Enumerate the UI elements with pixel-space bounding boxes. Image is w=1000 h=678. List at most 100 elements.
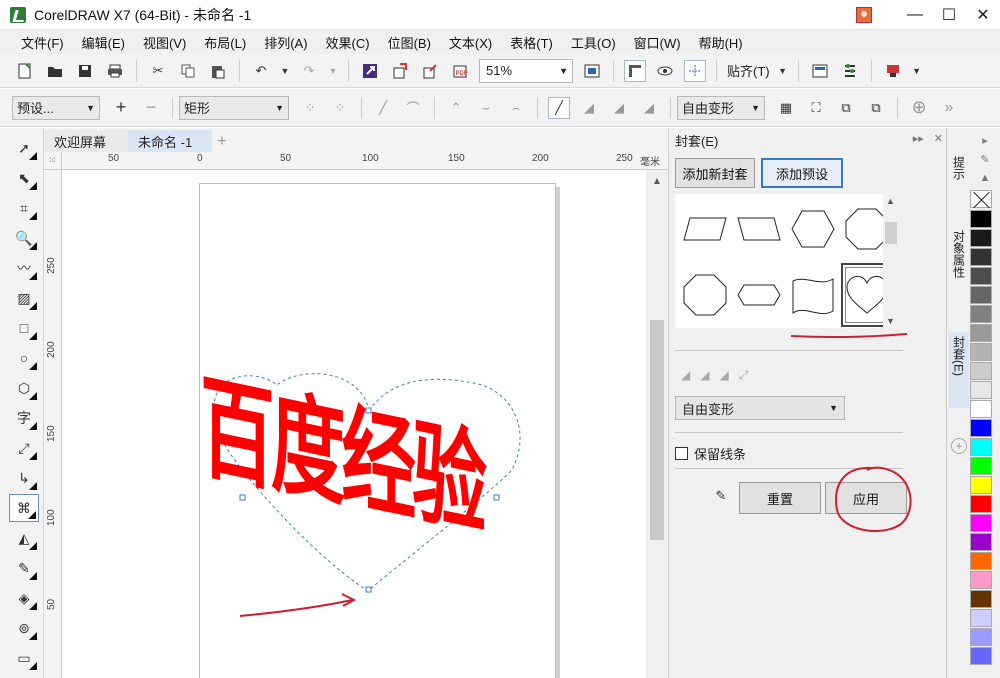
- account-icon[interactable]: [856, 7, 872, 23]
- freehand-tool-icon[interactable]: 〰: [9, 254, 39, 282]
- more-options-icon[interactable]: »: [938, 97, 960, 119]
- menu-file[interactable]: 文件(F): [12, 33, 73, 52]
- straight-line-mode-icon[interactable]: ◢: [681, 368, 690, 383]
- snap-to-menu[interactable]: 贴齐(T): [723, 61, 774, 80]
- color-swatch[interactable]: [970, 362, 992, 380]
- smooth-node-icon[interactable]: ⌣: [475, 97, 497, 119]
- add-docker-icon[interactable]: +: [951, 438, 967, 454]
- print-icon[interactable]: [104, 60, 126, 82]
- keep-lines-checkbox[interactable]: [675, 447, 688, 460]
- convert-to-curve-icon[interactable]: ⌒: [402, 97, 424, 119]
- color-swatch[interactable]: [970, 400, 992, 418]
- color-swatch[interactable]: [970, 286, 992, 304]
- color-swatch[interactable]: [970, 552, 992, 570]
- parallel-dimension-tool-icon[interactable]: ⤢: [9, 434, 39, 462]
- unconstrained-mode-icon[interactable]: ⤢: [739, 368, 749, 383]
- unconstrained-mode-icon[interactable]: ◢: [638, 97, 660, 119]
- menu-text[interactable]: 文本(X): [440, 33, 501, 52]
- scroll-up-icon[interactable]: ▲: [886, 196, 895, 206]
- show-guidelines-icon[interactable]: [684, 59, 706, 82]
- color-swatch[interactable]: [970, 571, 992, 589]
- tab-hints[interactable]: 提示: [949, 152, 969, 208]
- symmetrical-node-icon[interactable]: ⌢: [505, 97, 527, 119]
- vertical-scrollbar[interactable]: ▲: [646, 170, 668, 678]
- cut-icon[interactable]: ✂: [147, 60, 169, 82]
- transparency-tool-icon[interactable]: ◭: [9, 524, 39, 552]
- save-icon[interactable]: [74, 60, 96, 82]
- preset-parallelogram-right[interactable]: [679, 197, 731, 261]
- drawing-canvas[interactable]: 百度经验: [62, 170, 646, 678]
- scroll-up-icon[interactable]: ▲: [980, 172, 991, 184]
- add-preset-icon[interactable]: +: [110, 97, 132, 119]
- connector-tool-icon[interactable]: ↳: [9, 464, 39, 492]
- preset-parallelogram-left[interactable]: [733, 197, 785, 261]
- copy-icon[interactable]: [177, 60, 199, 82]
- publish-pdf-icon[interactable]: PDF: [449, 60, 471, 82]
- application-launcher-icon[interactable]: [882, 60, 904, 82]
- eyedropper-tool-icon[interactable]: ✎: [9, 554, 39, 582]
- menu-table[interactable]: 表格(T): [501, 33, 562, 52]
- convert-to-line-icon[interactable]: ╱: [372, 97, 394, 119]
- color-swatch[interactable]: [970, 476, 992, 494]
- redo-dropdown-icon[interactable]: ▼: [328, 60, 338, 82]
- scroll-down-icon[interactable]: ▼: [886, 316, 895, 326]
- color-swatch[interactable]: [970, 438, 992, 456]
- crop-tool-icon[interactable]: ⌗: [9, 194, 39, 222]
- preset-hexagon[interactable]: [787, 197, 839, 261]
- collapse-docker-icon[interactable]: ▸▸: [913, 132, 924, 145]
- export-icon[interactable]: [419, 60, 441, 82]
- interactive-fill-tool-icon[interactable]: ◈: [9, 584, 39, 612]
- redo-icon[interactable]: ↷: [298, 60, 320, 82]
- show-rulers-icon[interactable]: [624, 59, 646, 82]
- preset-elongated-hexagon[interactable]: [733, 263, 785, 327]
- color-swatch[interactable]: [970, 229, 992, 247]
- envelope-artwork[interactable]: 百度经验: [62, 170, 646, 678]
- close-docker-icon[interactable]: ✕: [934, 132, 943, 145]
- text-tool-icon[interactable]: 字: [9, 404, 39, 432]
- delete-nodes-icon[interactable]: ⁘: [329, 97, 351, 119]
- keep-lines-option[interactable]: 保留线条: [675, 444, 746, 463]
- color-swatch[interactable]: [970, 381, 992, 399]
- color-swatch[interactable]: [970, 495, 992, 513]
- ruler-origin-icon[interactable]: ⁙: [44, 152, 62, 170]
- smart-fill-tool-icon[interactable]: ⊚: [9, 614, 39, 642]
- search-content-icon[interactable]: [359, 60, 381, 82]
- create-envelope-from-icon[interactable]: ⧉: [835, 97, 857, 119]
- menu-help[interactable]: 帮助(H): [690, 33, 752, 52]
- open-folder-icon[interactable]: [44, 60, 66, 82]
- tab-object-properties[interactable]: 对象属性: [949, 226, 969, 316]
- menu-view[interactable]: 视图(V): [134, 33, 195, 52]
- reset-button[interactable]: 重置: [739, 482, 821, 514]
- eyedropper-icon[interactable]: ✎: [980, 153, 989, 166]
- add-nodes-icon[interactable]: ⁘: [299, 97, 321, 119]
- ellipse-tool-icon[interactable]: ○: [9, 344, 39, 372]
- show-grid-icon[interactable]: [654, 60, 676, 82]
- tab-welcome-screen[interactable]: 欢迎屏幕: [44, 130, 128, 152]
- color-swatch[interactable]: [970, 419, 992, 437]
- outline-pen-tool-icon[interactable]: ▭: [9, 644, 39, 672]
- scroll-up-icon[interactable]: ▲: [646, 172, 668, 190]
- color-swatch[interactable]: [970, 305, 992, 323]
- preset-flag[interactable]: [787, 263, 839, 327]
- single-arc-mode-icon[interactable]: ◢: [578, 97, 600, 119]
- scrollbar-thumb[interactable]: [885, 222, 897, 244]
- add-new-envelope-button[interactable]: 添加新封套: [675, 158, 755, 188]
- add-preset-button[interactable]: 添加预设: [761, 158, 843, 188]
- no-color-swatch[interactable]: [970, 190, 992, 208]
- add-toolbar-item-icon[interactable]: ⊕: [908, 97, 930, 119]
- menu-bitmaps[interactable]: 位图(B): [379, 33, 440, 52]
- color-swatch[interactable]: [970, 514, 992, 532]
- straight-line-mode-icon[interactable]: ╱: [548, 96, 570, 119]
- undo-icon[interactable]: ↶: [250, 60, 272, 82]
- preset-octagon-large[interactable]: [679, 263, 731, 327]
- color-swatch[interactable]: [970, 590, 992, 608]
- menu-effects[interactable]: 效果(C): [317, 33, 379, 52]
- full-screen-preview-icon[interactable]: [581, 60, 603, 82]
- paste-icon[interactable]: [207, 60, 229, 82]
- tab-envelope[interactable]: 封套(E): [949, 332, 969, 408]
- menu-tools[interactable]: 工具(O): [562, 33, 625, 52]
- menu-window[interactable]: 窗口(W): [625, 33, 690, 52]
- color-swatch[interactable]: [970, 343, 992, 361]
- mapping-mode-combo[interactable]: 自由变形 ▼: [677, 95, 765, 120]
- menu-arrange[interactable]: 排列(A): [255, 33, 316, 52]
